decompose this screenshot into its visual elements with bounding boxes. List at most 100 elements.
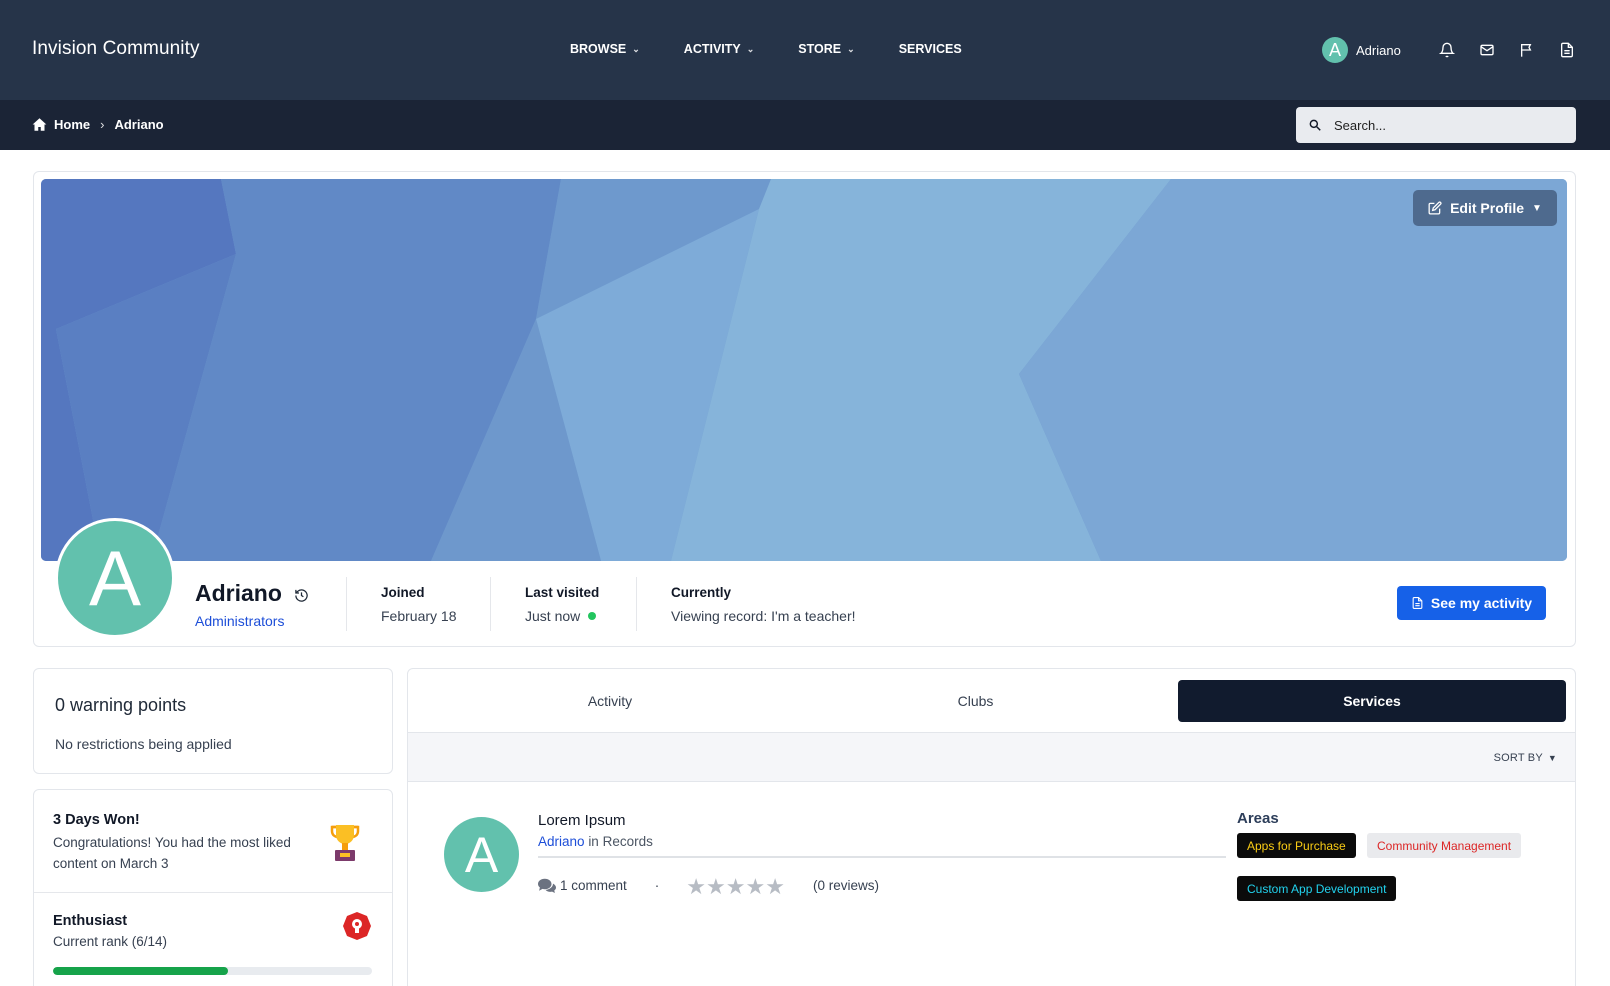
rank-progress-fill — [53, 967, 229, 975]
record-comment-count[interactable]: 1 comment — [560, 878, 627, 893]
tab-services[interactable]: Services — [1178, 680, 1566, 722]
nav-browse[interactable]: BROWSE ⌄ — [570, 42, 640, 56]
record-location: in Records — [588, 834, 653, 849]
tab-clubs[interactable]: Clubs — [798, 680, 1153, 722]
rank-subtitle: Current rank (6/14) — [53, 934, 168, 949]
last-visited-row: Just now — [525, 608, 599, 624]
bell-icon — [1438, 42, 1455, 58]
see-my-activity-button[interactable]: See my activity — [1397, 586, 1546, 620]
area-tag-community-management[interactable]: Community Management — [1367, 833, 1522, 858]
comments-icon — [538, 878, 556, 893]
search-input[interactable] — [1334, 117, 1554, 133]
history-icon[interactable] — [294, 588, 309, 603]
sort-bar: SORT BY ▼ — [408, 733, 1575, 782]
cover-photo — [41, 179, 1567, 561]
record-title[interactable]: Lorem Ipsum — [538, 812, 626, 829]
warning-points-title[interactable]: 0 warning points — [55, 695, 186, 716]
profile-content-card: Activity Clubs Services SORT BY ▼ A Lorem… — [407, 668, 1576, 986]
currently-label: Currently — [671, 585, 732, 600]
last-visited-value: Just now — [525, 608, 581, 624]
chevron-down-icon: ⌄ — [847, 43, 855, 54]
nav-store-label: STORE — [798, 42, 842, 56]
nav-store[interactable]: STORE ⌄ — [798, 42, 854, 56]
user-menu-link[interactable]: Adriano — [1356, 43, 1401, 58]
nav-activity-label: ACTIVITY — [683, 42, 741, 56]
breadcrumb: Home › Adriano — [32, 117, 164, 132]
area-tag-apps-for-purchase[interactable]: Apps for Purchase — [1237, 833, 1356, 858]
edit-profile-button[interactable]: Edit Profile ▼ — [1413, 190, 1557, 226]
joined-label: Joined — [381, 585, 425, 600]
mail-icon — [1480, 44, 1494, 56]
user-avatar[interactable]: A — [1322, 37, 1348, 63]
chevron-down-icon: ⌄ — [746, 43, 755, 54]
profile-name: Adriano — [195, 580, 282, 606]
tab-activity-label: Activity — [587, 693, 633, 709]
achievement-description: Congratulations! You had the most liked … — [53, 835, 291, 871]
messages-button[interactable] — [1467, 42, 1507, 58]
nav-browse-label: BROWSE — [570, 42, 627, 56]
divider — [490, 577, 491, 631]
profile-group[interactable]: Administrators — [195, 613, 284, 629]
sort-by-button[interactable]: SORT BY ▼ — [1494, 752, 1557, 764]
nav-activity[interactable]: ACTIVITY ⌄ — [684, 42, 755, 56]
user-navigation: A Adriano — [1322, 37, 1587, 63]
warning-restrictions: No restrictions being applied — [55, 736, 232, 752]
areas-title: Areas — [1237, 810, 1279, 827]
profile-name-row: Adriano — [195, 580, 309, 607]
record-author-link[interactable]: Adriano — [538, 834, 585, 849]
divider — [346, 577, 347, 631]
rank-badge-icon — [343, 912, 371, 940]
main-navigation: BROWSE ⌄ ACTIVITY ⌄ STORE ⌄ SERVICES — [570, 42, 1006, 56]
nav-services-label: SERVICES — [898, 42, 962, 56]
star-icon: ★ — [725, 874, 746, 899]
site-logo[interactable]: Invision Community — [32, 38, 200, 60]
content-button[interactable] — [1547, 42, 1587, 58]
divider — [636, 577, 637, 631]
joined-stat: Joined February 18 — [381, 585, 456, 624]
tab-activity[interactable]: Activity — [408, 680, 812, 722]
notifications-button[interactable] — [1427, 42, 1467, 58]
tab-services-label: Services — [1343, 693, 1401, 709]
document-icon — [1412, 597, 1423, 609]
search-icon[interactable] — [1308, 118, 1322, 132]
star-icon: ★ — [765, 874, 785, 899]
flag-icon — [1520, 44, 1532, 57]
rank-title: Enthusiast — [53, 913, 128, 929]
last-visited-stat: Last visited Just now — [525, 585, 599, 624]
chevron-down-icon: ⌄ — [632, 43, 640, 54]
divider — [34, 892, 392, 893]
chevron-right-icon: › — [100, 117, 105, 132]
record-reviews-count: (0 reviews) — [812, 877, 879, 893]
online-status-dot — [588, 612, 597, 620]
record-meta: Adriano in Records — [538, 834, 653, 849]
nav-services[interactable]: SERVICES — [899, 42, 962, 56]
top-header: Invision Community BROWSE ⌄ ACTIVITY ⌄ STO… — [0, 0, 1610, 100]
rating-stars: ★ ★ ★ ★ ★ — [686, 874, 785, 899]
record-stats: 1 comment · ★ ★ ★ ★ ★ (0 reviews) — [538, 874, 879, 899]
breadcrumb-current[interactable]: Adriano — [114, 117, 163, 132]
reports-button[interactable] — [1507, 42, 1547, 58]
see-my-activity-label: See my activity — [1430, 595, 1533, 611]
star-icon: ★ — [745, 874, 766, 899]
caret-down-icon: ▼ — [1547, 753, 1557, 763]
divider — [538, 856, 1226, 858]
tab-clubs-label: Clubs — [957, 693, 994, 709]
search-box — [1296, 107, 1576, 143]
document-icon — [1560, 42, 1573, 58]
record-author-avatar[interactable]: A — [444, 817, 519, 892]
achievement-title: 3 Days Won! — [53, 812, 140, 828]
breadcrumb-home[interactable]: Home — [54, 117, 90, 132]
area-tag-custom-app-development[interactable]: Custom App Development — [1237, 876, 1397, 901]
home-icon — [32, 118, 47, 131]
edit-icon — [1428, 201, 1442, 215]
warning-points-card: 0 warning points No restrictions being a… — [33, 668, 393, 774]
currently-value[interactable]: Viewing record: I'm a teacher! — [671, 608, 856, 624]
achievements-card: 3 Days Won! Congratulations! You had the… — [33, 789, 393, 986]
profile-avatar[interactable]: A — [55, 518, 175, 638]
star-icon: ★ — [706, 874, 726, 899]
star-icon: ★ — [686, 874, 707, 899]
trophy-icon — [330, 825, 360, 861]
caret-down-icon: ▼ — [1532, 202, 1542, 214]
rank-progress-bar — [53, 967, 372, 975]
joined-value: February 18 — [381, 608, 457, 624]
